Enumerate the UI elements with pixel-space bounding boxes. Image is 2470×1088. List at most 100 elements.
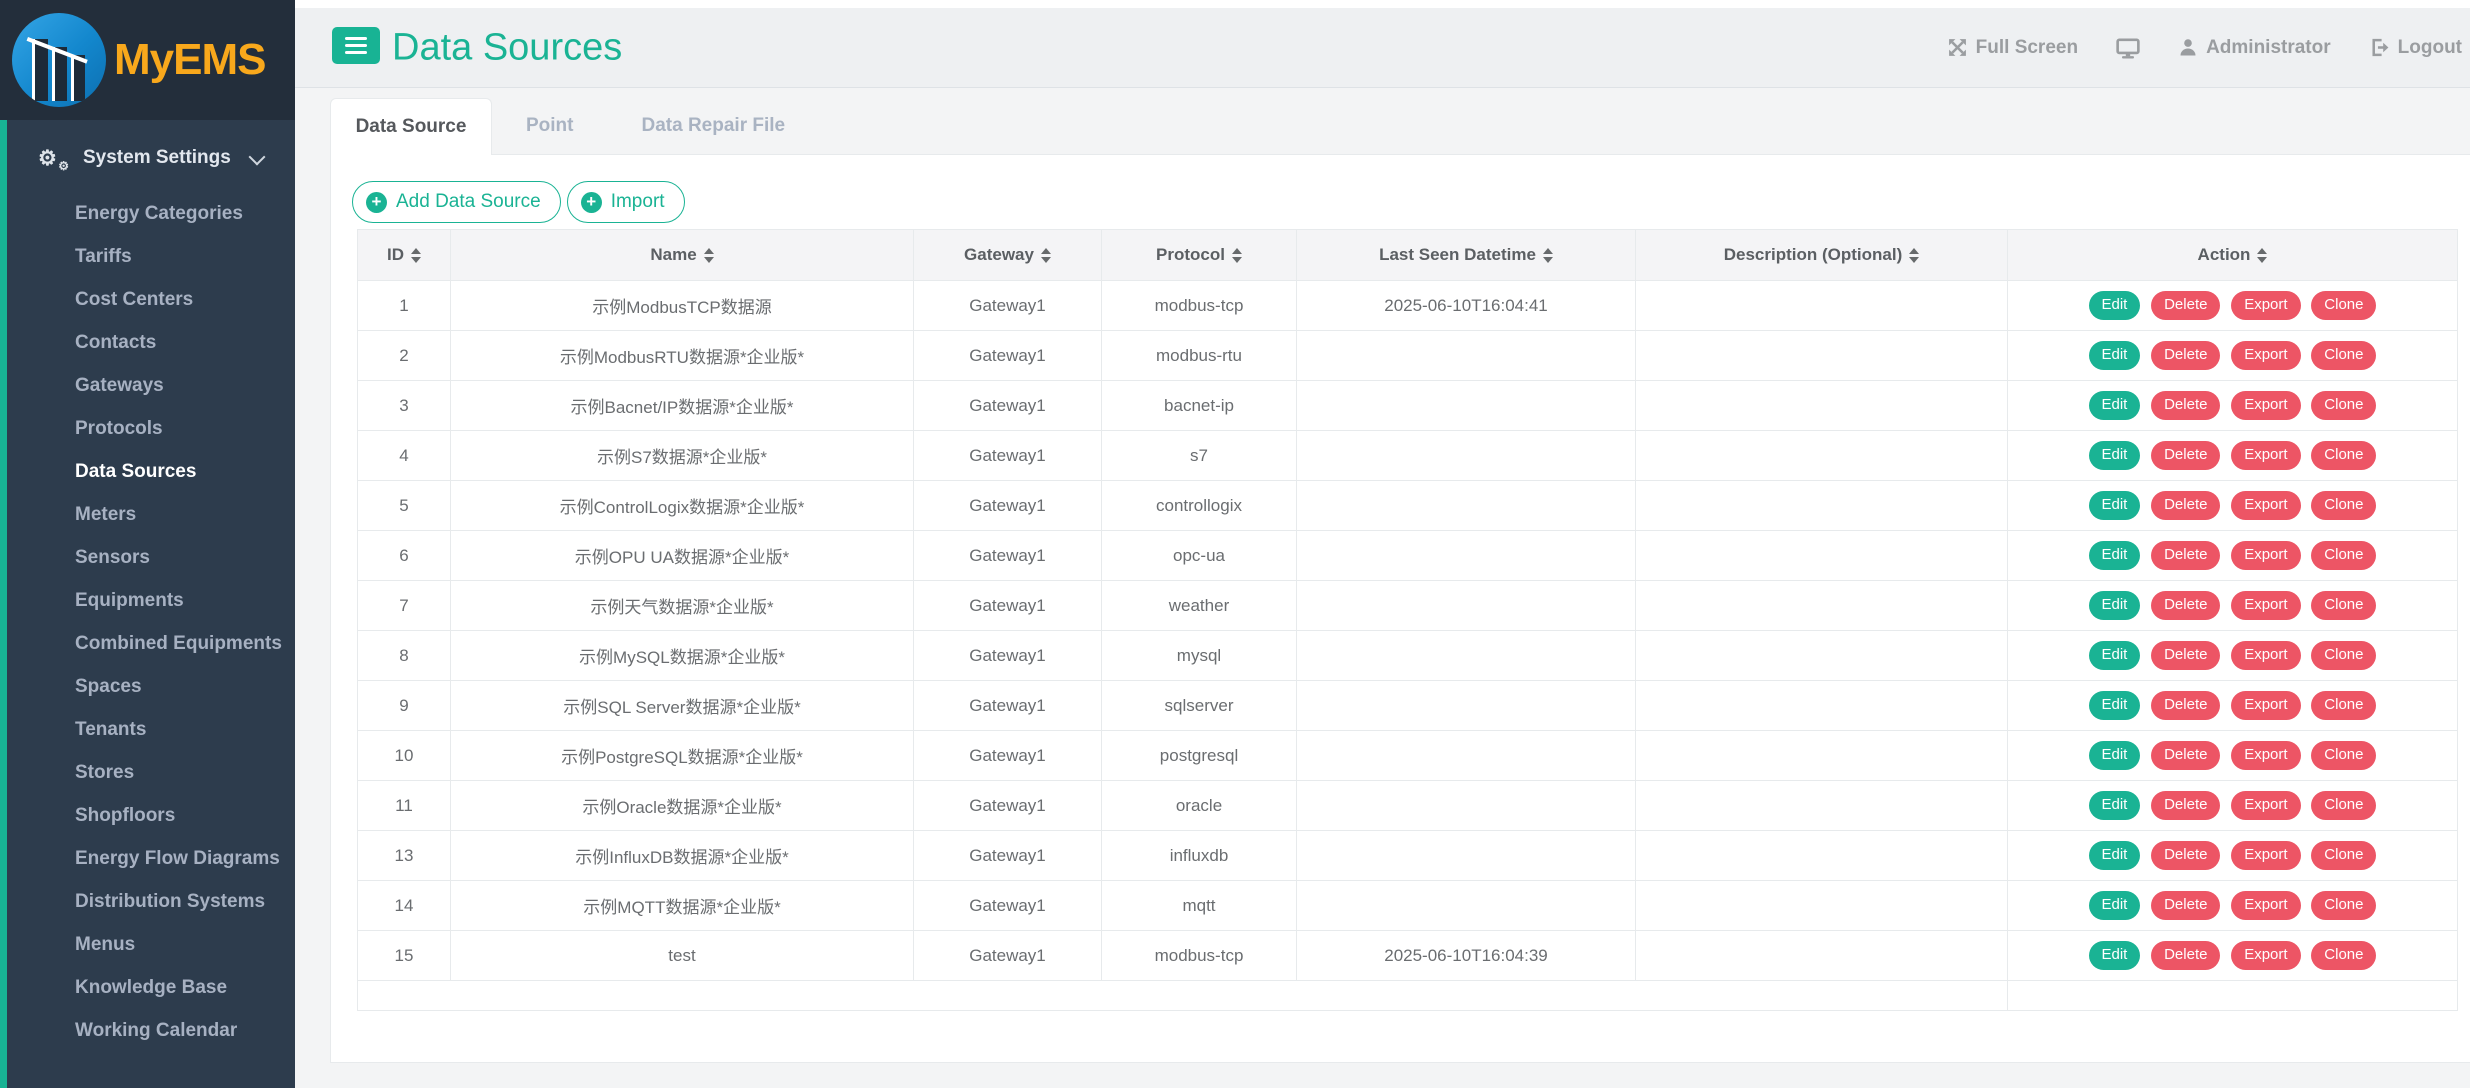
sidebar-item-cost-centers[interactable]: Cost Centers — [0, 278, 295, 321]
delete-button[interactable]: Delete — [2151, 941, 2220, 970]
export-button[interactable]: Export — [2231, 841, 2300, 870]
clone-button[interactable]: Clone — [2311, 941, 2376, 970]
cell-gateway: Gateway1 — [914, 931, 1102, 981]
export-button[interactable]: Export — [2231, 291, 2300, 320]
delete-button[interactable]: Delete — [2151, 591, 2220, 620]
sidebar-section-system-settings[interactable]: ⚙⚙ System Settings — [0, 138, 295, 178]
sidebar-item-knowledge-base[interactable]: Knowledge Base — [0, 966, 295, 1009]
delete-button[interactable]: Delete — [2151, 641, 2220, 670]
export-button[interactable]: Export — [2231, 491, 2300, 520]
edit-button[interactable]: Edit — [2089, 841, 2141, 870]
clone-button[interactable]: Clone — [2311, 641, 2376, 670]
column-header-action[interactable]: Action — [2008, 230, 2458, 281]
fullscreen-button[interactable]: Full Screen — [1947, 37, 2078, 59]
tab-data-source[interactable]: Data Source — [330, 98, 492, 155]
sidebar-item-data-sources[interactable]: Data Sources — [0, 450, 295, 493]
edit-button[interactable]: Edit — [2089, 641, 2141, 670]
sidebar-item-gateways[interactable]: Gateways — [0, 364, 295, 407]
delete-button[interactable]: Delete — [2151, 741, 2220, 770]
delete-button[interactable]: Delete — [2151, 541, 2220, 570]
export-button[interactable]: Export — [2231, 691, 2300, 720]
sidebar-item-spaces[interactable]: Spaces — [0, 665, 295, 708]
delete-button[interactable]: Delete — [2151, 791, 2220, 820]
sidebar-item-stores[interactable]: Stores — [0, 751, 295, 794]
edit-button[interactable]: Edit — [2089, 291, 2141, 320]
edit-button[interactable]: Edit — [2089, 791, 2141, 820]
edit-button[interactable]: Edit — [2089, 541, 2141, 570]
export-button[interactable]: Export — [2231, 891, 2300, 920]
clone-button[interactable]: Clone — [2311, 491, 2376, 520]
logout-button[interactable]: Logout — [2369, 37, 2462, 59]
sidebar-item-contacts[interactable]: Contacts — [0, 321, 295, 364]
delete-button[interactable]: Delete — [2151, 841, 2220, 870]
display-button[interactable] — [2116, 37, 2140, 59]
clone-button[interactable]: Clone — [2311, 291, 2376, 320]
export-button[interactable]: Export — [2231, 441, 2300, 470]
brand-logo[interactable]: MyEMS — [0, 0, 295, 120]
sidebar-item-menus[interactable]: Menus — [0, 923, 295, 966]
delete-button[interactable]: Delete — [2151, 391, 2220, 420]
sidebar-item-meters[interactable]: Meters — [0, 493, 295, 536]
sidebar-item-tariffs[interactable]: Tariffs — [0, 235, 295, 278]
clone-button[interactable]: Clone — [2311, 441, 2376, 470]
delete-button[interactable]: Delete — [2151, 491, 2220, 520]
edit-button[interactable]: Edit — [2089, 741, 2141, 770]
delete-button[interactable]: Delete — [2151, 441, 2220, 470]
sidebar-item-distribution-systems[interactable]: Distribution Systems — [0, 880, 295, 923]
cell-action: Edit Delete Export Clone — [2008, 581, 2458, 631]
edit-button[interactable]: Edit — [2089, 891, 2141, 920]
add-data-source-label: Add Data Source — [396, 191, 541, 213]
menu-toggle-button[interactable] — [332, 27, 380, 64]
sidebar-item-combined-equipments[interactable]: Combined Equipments — [0, 622, 295, 665]
add-data-source-button[interactable]: + Add Data Source — [352, 181, 561, 223]
clone-button[interactable]: Clone — [2311, 891, 2376, 920]
clone-button[interactable]: Clone — [2311, 591, 2376, 620]
edit-button[interactable]: Edit — [2089, 591, 2141, 620]
export-button[interactable]: Export — [2231, 391, 2300, 420]
user-menu[interactable]: Administrator — [2178, 37, 2331, 59]
sidebar-item-equipments[interactable]: Equipments — [0, 579, 295, 622]
tab-point[interactable]: Point — [492, 98, 608, 154]
export-button[interactable]: Export — [2231, 341, 2300, 370]
clone-button[interactable]: Clone — [2311, 391, 2376, 420]
edit-button[interactable]: Edit — [2089, 691, 2141, 720]
sidebar-item-sensors[interactable]: Sensors — [0, 536, 295, 579]
export-button[interactable]: Export — [2231, 741, 2300, 770]
sidebar-item-energy-categories[interactable]: Energy Categories — [0, 192, 295, 235]
export-button[interactable]: Export — [2231, 591, 2300, 620]
sidebar-nav: Energy Categories Tariffs Cost Centers C… — [0, 192, 295, 1052]
sidebar-item-energy-flow-diagrams[interactable]: Energy Flow Diagrams — [0, 837, 295, 880]
export-button[interactable]: Export — [2231, 541, 2300, 570]
clone-button[interactable]: Clone — [2311, 741, 2376, 770]
import-button[interactable]: + Import — [567, 181, 685, 223]
sidebar-item-shopfloors[interactable]: Shopfloors — [0, 794, 295, 837]
edit-button[interactable]: Edit — [2089, 441, 2141, 470]
column-header-last-seen[interactable]: Last Seen Datetime — [1297, 230, 1636, 281]
export-button[interactable]: Export — [2231, 791, 2300, 820]
tab-data-repair-file[interactable]: Data Repair File — [608, 98, 820, 154]
delete-button[interactable]: Delete — [2151, 291, 2220, 320]
column-header-name[interactable]: Name — [451, 230, 914, 281]
delete-button[interactable]: Delete — [2151, 891, 2220, 920]
column-header-description[interactable]: Description (Optional) — [1636, 230, 2008, 281]
sidebar-item-working-calendar[interactable]: Working Calendar — [0, 1009, 295, 1052]
edit-button[interactable]: Edit — [2089, 491, 2141, 520]
sidebar-item-tenants[interactable]: Tenants — [0, 708, 295, 751]
column-header-id[interactable]: ID — [358, 230, 451, 281]
edit-button[interactable]: Edit — [2089, 391, 2141, 420]
clone-button[interactable]: Clone — [2311, 691, 2376, 720]
edit-button[interactable]: Edit — [2089, 341, 2141, 370]
column-header-protocol[interactable]: Protocol — [1102, 230, 1297, 281]
clone-button[interactable]: Clone — [2311, 541, 2376, 570]
clone-button[interactable]: Clone — [2311, 791, 2376, 820]
clone-button[interactable]: Clone — [2311, 841, 2376, 870]
column-header-gateway[interactable]: Gateway — [914, 230, 1102, 281]
export-button[interactable]: Export — [2231, 641, 2300, 670]
clone-button[interactable]: Clone — [2311, 341, 2376, 370]
delete-button[interactable]: Delete — [2151, 341, 2220, 370]
sidebar-item-protocols[interactable]: Protocols — [0, 407, 295, 450]
delete-button[interactable]: Delete — [2151, 691, 2220, 720]
edit-button[interactable]: Edit — [2089, 941, 2141, 970]
export-button[interactable]: Export — [2231, 941, 2300, 970]
table-row: 11 示例Oracle数据源*企业版* Gateway1 oracle Edit… — [358, 781, 2458, 831]
